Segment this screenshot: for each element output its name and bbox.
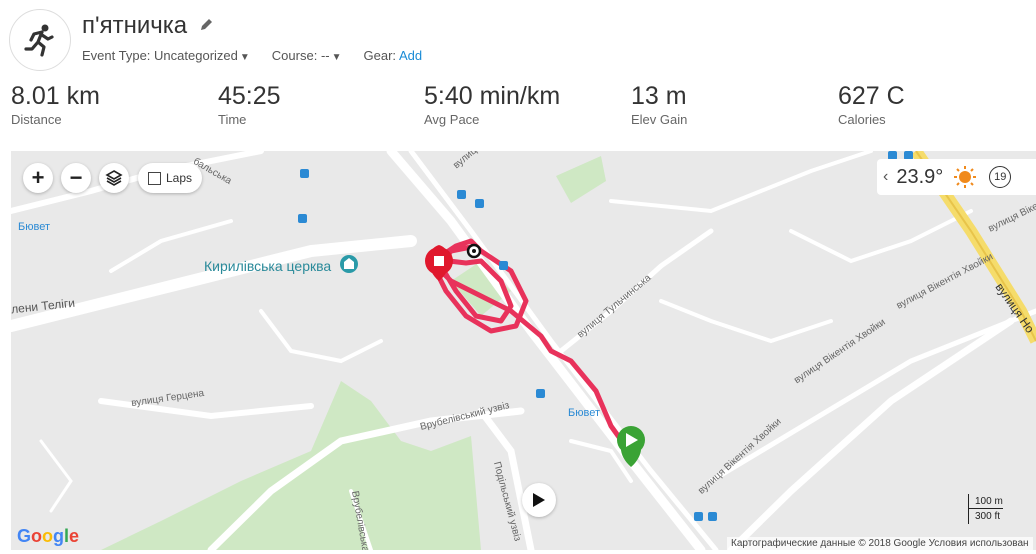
course-dropdown[interactable]: Course: -- ▼ (272, 48, 342, 63)
weather-widget: ‹ 23.9° 19 (877, 159, 1036, 195)
stat-distance: 8.01 km Distance (11, 80, 100, 127)
gear-field: Gear: Add (364, 48, 423, 63)
map-attribution[interactable]: Картографические данные © 2018 Google Ус… (727, 537, 1033, 550)
stat-avg-pace: 5:40 min/km Avg Pace (424, 80, 560, 127)
playback-button[interactable] (522, 483, 556, 517)
zoom-out-button[interactable]: − (61, 163, 91, 193)
event-type-dropdown[interactable]: Event Type: Uncategorized ▼ (82, 48, 250, 63)
stat-time: 45:25 Time (218, 80, 281, 127)
activity-title-text: п'ятничка (82, 12, 188, 39)
activity-header: п'ятничка Event Type: Uncategorized ▼ Cou… (0, 0, 1036, 71)
church-icon (340, 255, 358, 273)
minus-icon: − (69, 165, 83, 190)
stat-value: 13 m (631, 82, 687, 110)
layers-button[interactable] (99, 163, 129, 193)
church-label[interactable]: Кирилівська церква (204, 258, 331, 274)
route-map[interactable]: Кирилівська церква лени Теліги вулиця Ге… (11, 151, 1036, 550)
stat-label: Elev Gain (631, 112, 688, 127)
stats-bar: 8.01 km Distance 45:25 Time 5:40 min/km … (0, 80, 1036, 136)
stat-calories: 627 C Calories (838, 80, 905, 127)
poi-label: Бювет (568, 407, 600, 419)
event-type-label: Event Type: (82, 48, 151, 63)
activity-title[interactable]: п'ятничка (82, 10, 213, 40)
map-scale: 100 m 300 ft (968, 494, 1003, 524)
scale-metric: 100 m (968, 494, 1003, 509)
add-gear-link[interactable]: Add (399, 48, 422, 63)
weather-temperature: 23.9° (896, 165, 944, 188)
pencil-icon[interactable] (200, 10, 213, 38)
lap-marker-dot (472, 249, 476, 253)
stat-value: 5:40 min/km (424, 82, 561, 110)
running-icon (9, 9, 71, 71)
stat-value: 627 C (838, 82, 905, 110)
stat-label: Calories (838, 112, 886, 127)
plus-icon: + (31, 165, 45, 190)
wind-speed: 19 (994, 171, 1007, 183)
event-type-value: Uncategorized (154, 48, 238, 63)
stat-label: Distance (11, 112, 62, 127)
activity-meta: Event Type: Uncategorized ▼ Course: -- ▼ G… (82, 48, 422, 63)
poi-label: Бювет (18, 221, 50, 233)
course-value: -- (320, 48, 330, 63)
stat-label: Time (218, 112, 247, 127)
laps-checkbox[interactable] (148, 171, 161, 185)
sun-icon (954, 166, 977, 188)
stat-value: 8.01 km (11, 82, 100, 110)
play-icon (533, 493, 545, 507)
zoom-in-button[interactable]: + (23, 163, 53, 193)
wind-icon: 19 (989, 166, 1012, 188)
scale-imperial: 300 ft (968, 509, 1003, 524)
google-logo: Google (17, 526, 80, 546)
chevron-left-icon[interactable]: ‹ (883, 168, 888, 186)
laps-toggle[interactable]: Laps (138, 163, 202, 193)
course-label: Course: (271, 48, 318, 63)
laps-label: Laps (166, 171, 193, 185)
caret-down-icon: ▼ (331, 52, 342, 63)
stat-value: 45:25 (218, 82, 281, 110)
stat-label: Avg Pace (424, 112, 480, 127)
layers-icon (105, 170, 123, 186)
stat-elev-gain: 13 m Elev Gain (631, 80, 687, 127)
park-area (556, 156, 606, 203)
caret-down-icon: ▼ (239, 52, 250, 63)
gear-label: Gear: (363, 48, 397, 63)
